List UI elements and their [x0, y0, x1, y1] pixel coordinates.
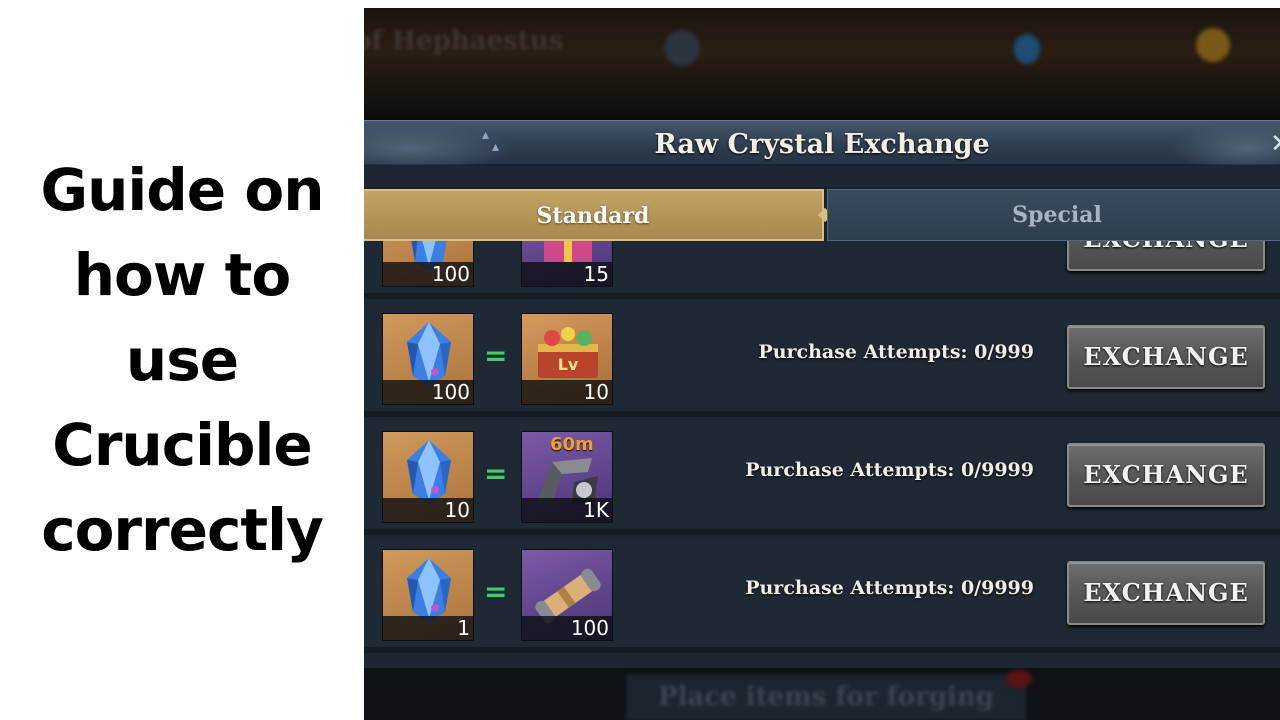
- background-title: of Hephaestus: [364, 26, 564, 56]
- equals-sign: =: [484, 339, 508, 372]
- exchange-row: 100 15 EXCHANGE: [364, 241, 1280, 299]
- gem-icon: [1014, 34, 1040, 64]
- raw-crystal-exchange-dialog: ▴ ▴ Raw Crystal Exchange ✕ Standard Spec…: [364, 120, 1280, 668]
- guide-title-line: Crucible: [52, 410, 312, 479]
- guide-title-line: correctly: [41, 495, 324, 564]
- tab-special[interactable]: Special: [827, 189, 1280, 241]
- exchange-row: 1 = 100 Purchase Attempts: 0/9999 EXCHAN…: [364, 541, 1280, 653]
- help-icon: [664, 30, 700, 66]
- cost-item: 100: [382, 313, 474, 405]
- equals-sign: =: [484, 575, 508, 608]
- background-footer: Place items for forging: [364, 668, 1280, 720]
- exchange-button[interactable]: EXCHANGE: [1067, 561, 1265, 625]
- cost-item: 1: [382, 549, 474, 641]
- reward-qty: 10: [522, 380, 612, 404]
- reward-item: 15: [521, 241, 613, 287]
- exchange-button[interactable]: EXCHANGE: [1067, 325, 1265, 389]
- svg-text:Lv: Lv: [558, 355, 579, 374]
- game-screenshot: of Hephaestus ▴ ▴ Raw Crystal Exchange ✕…: [364, 8, 1280, 720]
- reward-qty: 100: [522, 616, 612, 640]
- close-icon[interactable]: ✕: [1270, 130, 1280, 158]
- guide-title-line: Guide on: [40, 155, 325, 224]
- place-items-button: Place items for forging: [626, 674, 1026, 720]
- reward-item: 60m 1K: [521, 431, 613, 523]
- dialog-header: ▴ ▴ Raw Crystal Exchange: [364, 120, 1280, 166]
- background-header: of Hephaestus: [364, 8, 1280, 120]
- cost-qty: 100: [383, 262, 473, 286]
- guide-panel: Guide on how to use Crucible correctly: [0, 0, 364, 720]
- cost-item: 100: [382, 241, 474, 287]
- guide-title-line: how to: [73, 240, 291, 309]
- exchange-row: 100 = Lv 10 Purchase Attempts: 0/999 EXC: [364, 305, 1280, 417]
- exchange-row: 10 = 60m 1K Purchase Attempts: 0/9999 EX…: [364, 423, 1280, 535]
- cost-qty: 1: [383, 616, 473, 640]
- reward-item: Lv 10: [521, 313, 613, 405]
- equals-sign: =: [484, 457, 508, 490]
- coin-icon: [1196, 28, 1230, 62]
- guide-title: Guide on how to use Crucible correctly: [12, 148, 352, 573]
- cost-qty: 10: [383, 498, 473, 522]
- cost-qty: 100: [383, 380, 473, 404]
- exchange-button[interactable]: EXCHANGE: [1067, 443, 1265, 507]
- purchase-attempts: Purchase Attempts: 0/9999: [745, 459, 1034, 481]
- notification-dot: [1006, 670, 1032, 688]
- cost-item: 10: [382, 431, 474, 523]
- tab-standard[interactable]: Standard: [364, 189, 824, 241]
- exchange-list: 100 15 EXCHANGE: [364, 241, 1280, 668]
- reward-qty: 15: [522, 262, 612, 286]
- tab-bar: Standard Special: [364, 187, 1280, 241]
- purchase-attempts: Purchase Attempts: 0/9999: [745, 577, 1034, 599]
- reward-item: 100: [521, 549, 613, 641]
- purchase-attempts: Purchase Attempts: 0/999: [758, 341, 1034, 363]
- guide-title-line: use: [125, 325, 239, 394]
- dialog-title: Raw Crystal Exchange: [654, 129, 990, 160]
- exchange-button[interactable]: EXCHANGE: [1067, 241, 1265, 271]
- reward-qty: 1K: [522, 498, 612, 522]
- timer-label: 60m: [550, 434, 594, 455]
